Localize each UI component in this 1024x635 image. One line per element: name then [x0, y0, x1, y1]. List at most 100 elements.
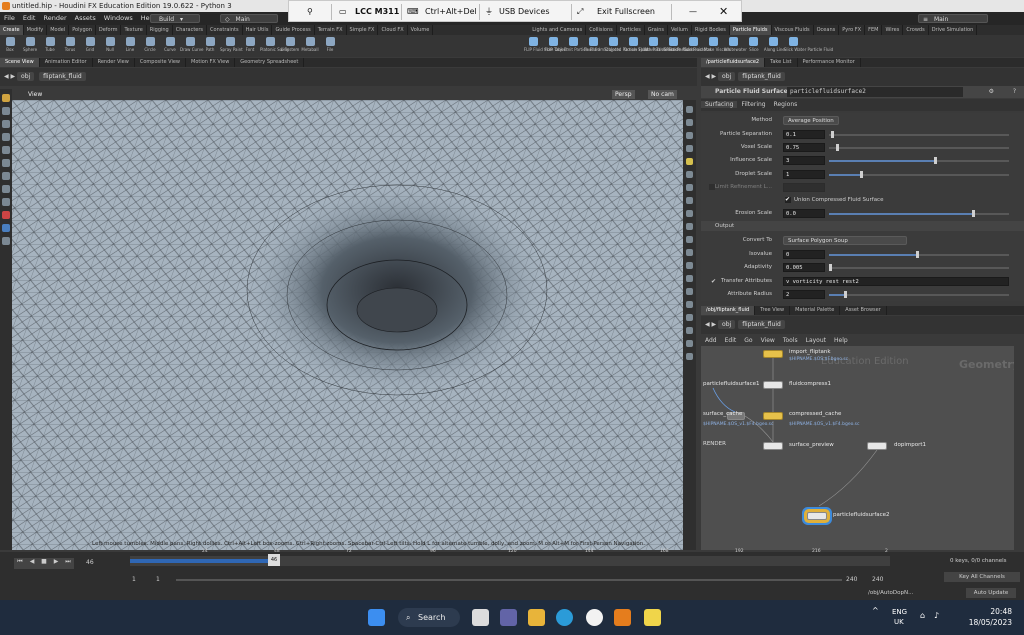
persp-menu[interactable]: Persp — [612, 90, 635, 99]
network-editor[interactable]: Education Edition Geometry import_flipta… — [701, 346, 1024, 550]
tool-file[interactable]: File — [320, 35, 340, 57]
shelf-tab[interactable]: Polygon — [69, 25, 96, 35]
view-tool-icon[interactable] — [2, 198, 10, 206]
display-icon[interactable] — [686, 197, 693, 204]
snap-icon[interactable] — [2, 185, 10, 193]
display-icon[interactable] — [686, 288, 693, 295]
shelf-tab-particle-fluids[interactable]: Particle Fluids — [729, 25, 772, 35]
slider-knob[interactable] — [934, 157, 937, 164]
current-frame-field[interactable]: 46 — [86, 559, 94, 566]
tool-box[interactable]: Box — [0, 35, 20, 57]
tool-sculpted-fluid[interactable]: Sculpted Particle Fluid — [604, 35, 648, 57]
path-root[interactable]: obj — [17, 72, 35, 81]
exit-fullscreen-button[interactable]: Exit Fullscreen — [597, 6, 655, 18]
tab-tree-view[interactable]: Tree View — [755, 306, 791, 315]
display-icon[interactable] — [686, 236, 693, 243]
shelf-tab[interactable]: Characters — [173, 25, 208, 35]
menu-view[interactable]: View — [757, 337, 779, 344]
tab-take-list[interactable]: Take List — [765, 58, 798, 67]
path-node[interactable]: fliptank_fluid — [738, 320, 785, 329]
playhead[interactable]: 46 — [268, 554, 280, 566]
shelf-tab[interactable]: Modify — [24, 25, 48, 35]
menu-tools[interactable]: Tools — [779, 337, 802, 344]
convert-to-menu[interactable]: Surface Polygon Soup — [783, 236, 907, 245]
houdini-taskbar-icon[interactable] — [614, 609, 631, 626]
path-node[interactable]: fliptank_fluid — [738, 72, 785, 81]
shelf-tab[interactable]: Viscous Fluids — [772, 25, 814, 35]
tool-emit-particle-fluid[interactable]: Emit Particle Fluid — [564, 35, 600, 57]
tab-regions[interactable]: Regions — [770, 101, 802, 108]
display-icon[interactable] — [686, 171, 693, 178]
file-explorer-icon[interactable] — [528, 609, 545, 626]
shelf-tab[interactable]: Hair Utils — [243, 25, 273, 35]
display-icon[interactable] — [686, 262, 693, 269]
desktop-selector-right[interactable]: ≡ Main — [918, 14, 988, 23]
volume-icon[interactable]: ♪ — [934, 611, 939, 620]
checkbox-checked[interactable]: ✔ — [785, 197, 791, 203]
display-icon[interactable] — [686, 327, 693, 334]
tab-render-view[interactable]: Render View — [93, 58, 135, 67]
shelf-tab[interactable]: Constraints — [207, 25, 243, 35]
display-icon[interactable] — [686, 223, 693, 230]
first-frame-icon[interactable]: ⏮ — [14, 558, 26, 569]
display-icon[interactable] — [686, 275, 693, 282]
back-icon[interactable]: ◀ ▶ — [4, 73, 17, 80]
display-icon[interactable] — [686, 340, 693, 347]
menu-file[interactable]: File — [0, 12, 19, 25]
shelf-tab[interactable]: Rigid Bodies — [692, 25, 730, 35]
teams-icon[interactable] — [500, 609, 517, 626]
display-icon[interactable] — [686, 119, 693, 126]
menu-help[interactable]: Help — [830, 337, 852, 344]
menu-edit[interactable]: Edit — [721, 337, 741, 344]
tab-scene-view[interactable]: Scene View — [0, 58, 40, 67]
slider-knob[interactable] — [972, 210, 975, 217]
checkbox-checked[interactable]: ✔ — [711, 276, 716, 287]
edge-icon[interactable] — [556, 609, 573, 626]
method-menu[interactable]: Average Position — [783, 116, 839, 125]
tool-grid[interactable]: Grid — [80, 35, 100, 57]
tab-motion-fx-view[interactable]: Motion FX View — [186, 58, 236, 67]
select-tool-icon[interactable] — [2, 94, 10, 102]
gear-icon[interactable]: ⚙ — [989, 86, 994, 98]
tool-slice[interactable]: Slice — [744, 35, 764, 57]
shelf-tab[interactable]: Rigging — [147, 25, 173, 35]
tab-filtering[interactable]: Filtering — [737, 101, 769, 108]
brush-tool-icon[interactable] — [2, 172, 10, 180]
clock-date[interactable]: 18/05/2023 — [950, 618, 1012, 627]
shelf-tab[interactable]: Cloud FX — [378, 25, 408, 35]
tool-null[interactable]: Null — [100, 35, 120, 57]
auto-update-menu[interactable]: Auto Update — [966, 588, 1016, 598]
shelf-tab[interactable]: Terrain FX — [315, 25, 347, 35]
shelf-tab[interactable]: FEM — [865, 25, 883, 35]
start-icon[interactable] — [368, 609, 385, 626]
start-frame-field[interactable]: 1 — [132, 576, 136, 583]
task-view-icon[interactable] — [472, 609, 489, 626]
path-root[interactable]: obj — [718, 72, 736, 81]
shelf-tab-create[interactable]: Create — [0, 25, 24, 35]
path-node[interactable]: fliptank_fluid — [39, 72, 86, 81]
tab-performance-monitor[interactable]: Performance Monitor — [798, 58, 861, 67]
tool-wave-tank[interactable]: Wave Tank Particle Fluid — [644, 35, 692, 57]
menu-assets[interactable]: Assets — [71, 12, 100, 25]
tool-torus[interactable]: Torus — [60, 35, 80, 57]
tab-parameters[interactable]: /particlefluidsurface2 — [701, 58, 766, 67]
menu-windows[interactable]: Windows — [100, 12, 137, 25]
step-back-icon[interactable]: ◀ — [26, 558, 38, 569]
app-icon[interactable] — [586, 609, 603, 626]
camera-tool-icon[interactable] — [2, 224, 10, 232]
tool-tube[interactable]: Tube — [40, 35, 60, 57]
frame-ruler[interactable]: 46 24 48 72 96 120 144 168 192 216 2 — [130, 549, 890, 566]
desktop-selector[interactable]: ◇ Main — [220, 14, 278, 23]
slider-knob[interactable] — [844, 291, 847, 298]
shelf-tab[interactable]: Pyro FX — [839, 25, 866, 35]
tool-whitewater[interactable]: Whitewater — [724, 35, 747, 57]
tool-flip-tank[interactable]: FLIP Tank — [544, 35, 564, 57]
end-frame-field-2[interactable]: 240 — [872, 576, 883, 583]
tool-sluice[interactable]: Sluice Particle Fluid — [664, 35, 703, 57]
menu-go[interactable]: Go — [740, 337, 756, 344]
tool-draw-curve[interactable]: Draw Curve — [180, 35, 204, 57]
usb-devices-button[interactable]: USB Devices — [499, 6, 550, 18]
shelf-tab[interactable]: Texture — [121, 25, 147, 35]
ime-icon[interactable]: ^ — [872, 606, 879, 615]
rotate-tool-icon[interactable] — [2, 120, 10, 128]
